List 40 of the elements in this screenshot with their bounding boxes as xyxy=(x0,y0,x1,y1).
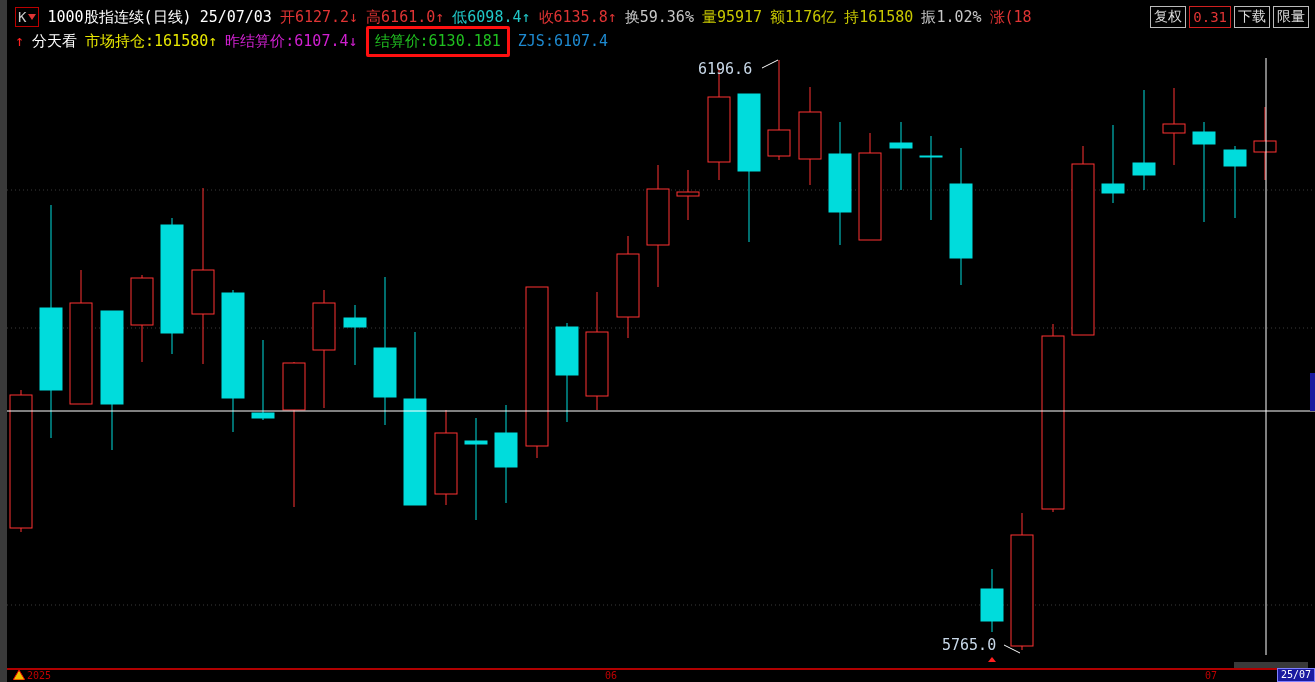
leader-line xyxy=(761,59,779,69)
quote-value: 换59.36% xyxy=(624,7,694,27)
quote-value: 额1176亿 xyxy=(770,7,837,27)
toolbar-button[interactable]: 下载 xyxy=(1234,6,1270,28)
cursor-date-label: 25/07 xyxy=(1276,668,1315,682)
caret-icon xyxy=(28,14,37,20)
toolbar-button[interactable]: 限量 xyxy=(1273,6,1309,28)
info-value: 市场持仓:161580↑ xyxy=(85,31,218,51)
info-value: 昨结算价:6107.4↓ xyxy=(225,31,358,51)
candle xyxy=(676,169,700,221)
low-price-label: 5765.0 xyxy=(942,636,997,654)
scrollbar[interactable] xyxy=(1234,662,1308,668)
highlighted-value: 结算价:6130.181 xyxy=(365,25,510,57)
side-marker xyxy=(1310,373,1315,411)
toolbar-button[interactable]: 0.31 xyxy=(1189,6,1231,28)
candle xyxy=(889,121,913,191)
candle xyxy=(980,568,1004,633)
date-label: 25/07/03 xyxy=(199,8,272,26)
info-value: ↑ xyxy=(15,32,25,50)
warning-icon xyxy=(13,670,25,680)
quote-value: 开6127.2↓ xyxy=(279,7,359,27)
axis-label: 07 xyxy=(1205,670,1218,681)
quote-value: 涨(18 xyxy=(989,7,1032,27)
quote-value: 低6098.4↑ xyxy=(452,7,531,27)
axis-label: 06 xyxy=(605,670,618,681)
candle xyxy=(343,304,367,366)
marker-icon xyxy=(988,657,996,662)
info-value: 分天看 xyxy=(32,31,78,51)
leader-line xyxy=(1003,644,1021,654)
quote-value: 高6161.0↑ xyxy=(366,7,445,27)
toolbar-button[interactable]: 复权 xyxy=(1150,6,1187,28)
high-price-label: 6196.6 xyxy=(698,60,753,78)
instrument-title: 1000股指连续(日线) xyxy=(47,7,192,27)
axis-label: 2025 xyxy=(27,670,52,681)
quote-value: 振1.02% xyxy=(921,7,982,27)
quote-value: 量95917 xyxy=(701,7,763,27)
period-button[interactable]: K xyxy=(15,7,40,27)
quote-value: 持161580 xyxy=(844,7,914,27)
quote-value: 收6135.8↑ xyxy=(538,7,617,27)
info-value: ZJS:6107.4 xyxy=(517,32,609,50)
